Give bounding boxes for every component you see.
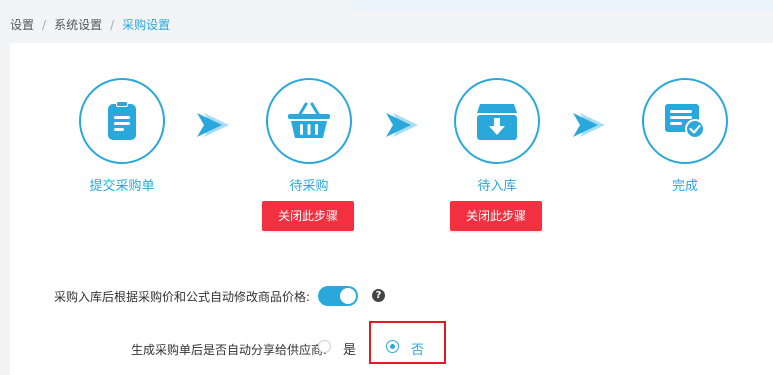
step-label-pending-purchase: 待采购 [289, 179, 329, 194]
breadcrumb-purchase-settings: 采购设置 [122, 18, 171, 32]
close-step-button[interactable]: 关闭此步骤 [262, 201, 354, 231]
auto-price-toggle[interactable] [318, 286, 358, 306]
highlight-box [369, 321, 446, 364]
step-label-submit: 提交采购单 [89, 179, 155, 194]
radio-yes[interactable] [318, 340, 331, 353]
help-icon[interactable]: ? [372, 289, 385, 302]
step-pending-purchase [266, 78, 352, 164]
breadcrumb-separator: / [42, 17, 47, 32]
step-label-completed: 完成 [671, 179, 698, 194]
completed-card-icon [665, 104, 705, 139]
toggle-knob [340, 288, 356, 304]
step-completed [642, 78, 728, 164]
step-arrow-icon [386, 113, 418, 137]
breadcrumb-settings[interactable]: 设置 [10, 16, 34, 33]
document-icon [108, 101, 136, 140]
step-arrow-icon [573, 113, 605, 137]
breadcrumb-system-settings[interactable]: 系统设置 [54, 16, 102, 33]
step-arrow-icon [197, 113, 229, 137]
auto-share-label: 生成采购单后是否自动分享给供应商: [130, 343, 327, 357]
radio-yes-label[interactable]: 是 [343, 339, 356, 358]
step-pending-stock-in [454, 78, 540, 164]
inbox-download-icon [477, 104, 517, 140]
basket-icon [288, 102, 330, 138]
close-step-button[interactable]: 关闭此步骤 [450, 201, 542, 231]
step-submit-order [79, 78, 165, 164]
step-label-pending-stock-in: 待入库 [477, 179, 517, 194]
breadcrumb: 设置 / 系统设置 / 采购设置 [10, 16, 170, 33]
breadcrumb-separator: / [110, 17, 115, 32]
auto-price-label: 采购入库后根据采购价和公式自动修改商品价格: [53, 290, 310, 304]
top-notice-strip [352, 0, 773, 10]
